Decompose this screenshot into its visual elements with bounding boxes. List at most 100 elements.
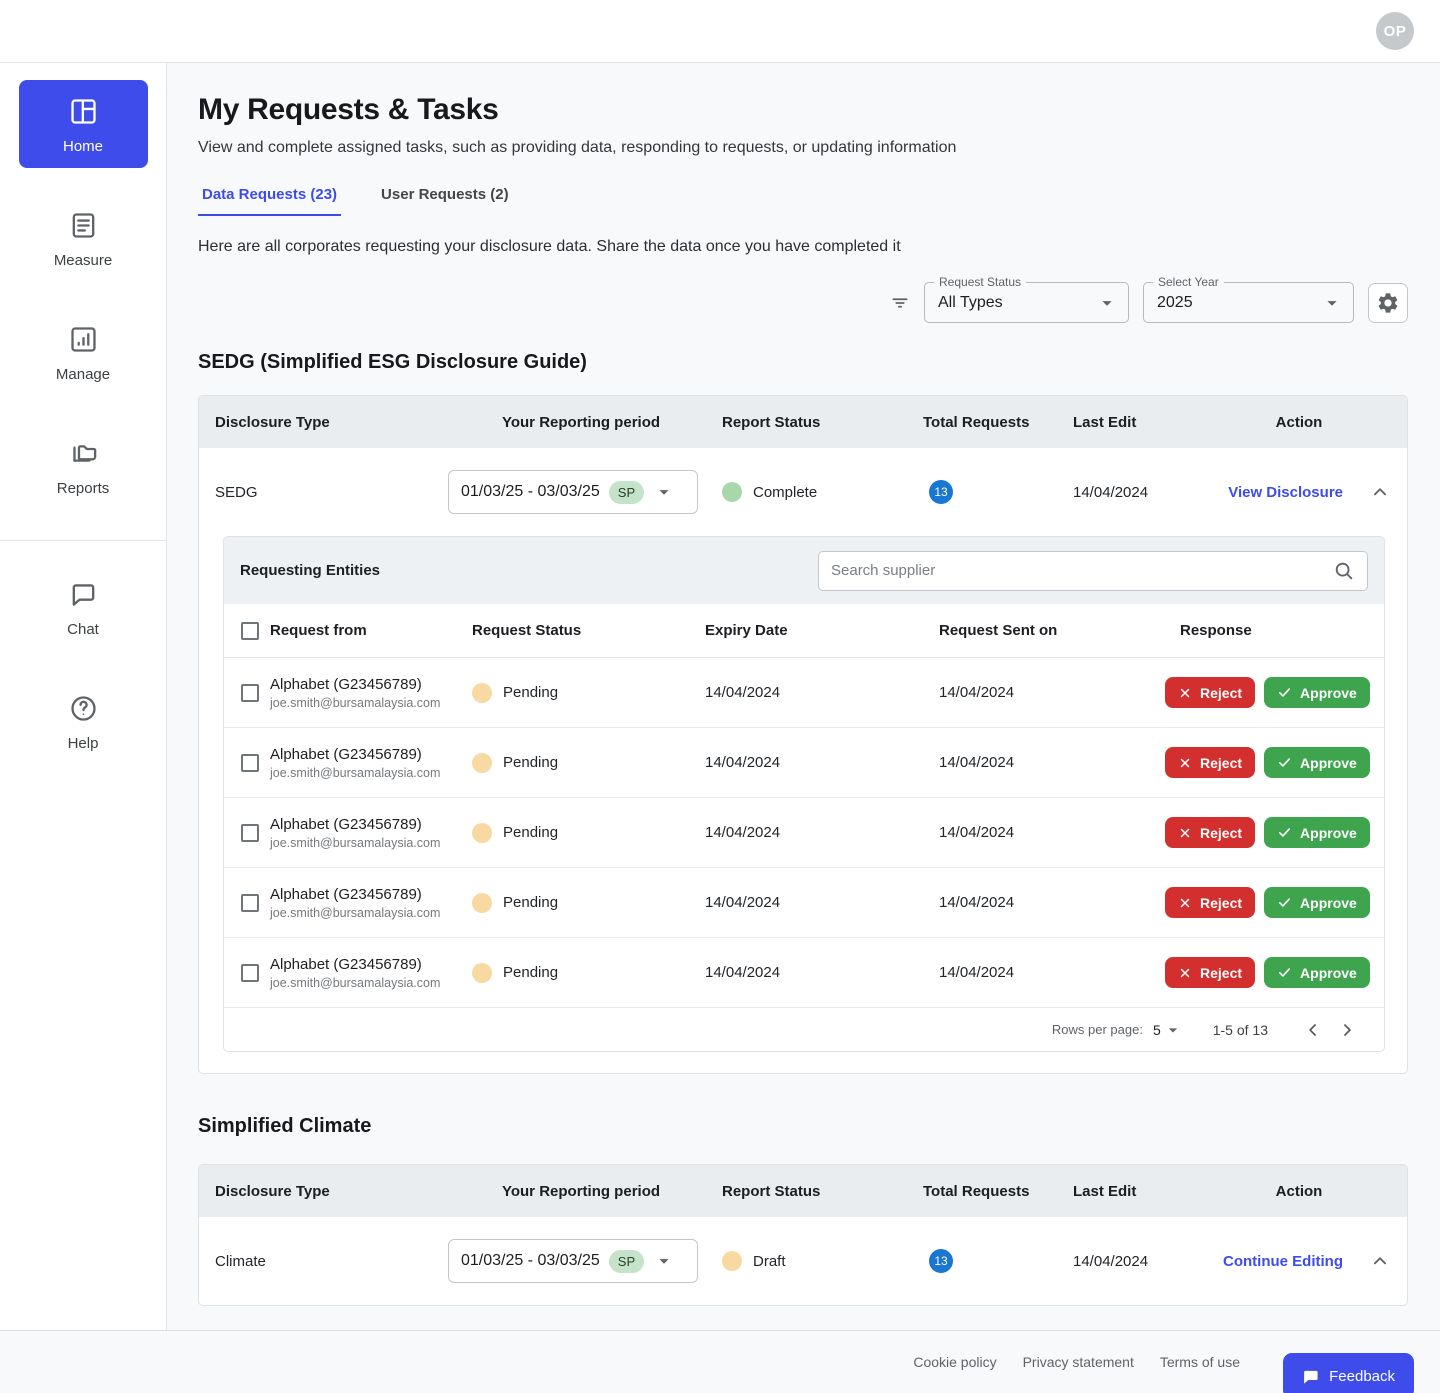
sidebar-item-reports[interactable]: Reports xyxy=(19,422,148,510)
status-dot xyxy=(472,892,492,913)
approve-button[interactable]: Approve xyxy=(1264,677,1370,708)
climate-section-title: Simplified Climate xyxy=(198,1115,372,1137)
previous-page-icon[interactable] xyxy=(1296,1013,1330,1047)
tab-bar: Data Requests (23) User Requests (2) xyxy=(198,178,1408,216)
sidebar-item-label: Home xyxy=(62,138,103,155)
requester-email: joe.smith@bursamalaysia.com xyxy=(270,695,441,710)
reject-button[interactable]: Reject xyxy=(1165,957,1256,988)
column-header: Action xyxy=(1275,413,1323,431)
approve-label: Approve xyxy=(1300,964,1357,981)
feedback-button[interactable]: Feedback xyxy=(1283,1353,1414,1393)
request-status: Pending xyxy=(503,754,559,771)
entities-rows: Alphabet (G23456789) joe.smith@bursamala… xyxy=(224,658,1384,1008)
row-checkbox[interactable] xyxy=(241,963,259,982)
row-checkbox[interactable] xyxy=(241,823,259,842)
filter-row: Request Status All Types Select Year 202… xyxy=(198,275,1408,323)
table-row: SEDG 01/03/25 - 03/03/25 SP Complete 13 … xyxy=(199,448,1407,536)
approve-button[interactable]: Approve xyxy=(1264,887,1370,918)
next-page-icon[interactable] xyxy=(1330,1013,1364,1047)
measure-document-icon xyxy=(68,210,99,241)
last-edit: 14/04/2024 xyxy=(1073,1252,1149,1270)
period-tag: SP xyxy=(608,1249,645,1273)
entity-row: Alphabet (G23456789) joe.smith@bursamala… xyxy=(224,798,1384,868)
list-description: Here are all corporates requesting your … xyxy=(198,238,901,255)
requester-email: joe.smith@bursamalaysia.com xyxy=(270,835,441,850)
page-title: My Requests & Tasks xyxy=(198,93,499,126)
entity-row: Alphabet (G23456789) joe.smith@bursamala… xyxy=(224,868,1384,938)
reject-button[interactable]: Reject xyxy=(1165,747,1256,778)
reject-button[interactable]: Reject xyxy=(1165,887,1256,918)
row-checkbox[interactable] xyxy=(241,893,259,912)
manage-chart-icon xyxy=(68,324,99,355)
request-status-select[interactable]: Request Status All Types xyxy=(924,275,1129,323)
reporting-period-select[interactable]: 01/03/25 - 03/03/25 SP xyxy=(448,470,698,514)
disclosure-type: SEDG xyxy=(215,483,258,501)
reporting-period-select[interactable]: 01/03/25 - 03/03/25 SP xyxy=(448,1239,698,1283)
row-checkbox[interactable] xyxy=(241,683,259,702)
approve-button[interactable]: Approve xyxy=(1264,817,1370,848)
column-header: Report Status xyxy=(722,413,821,431)
requester-email: joe.smith@bursamalaysia.com xyxy=(270,905,441,920)
terms-of-use-link[interactable]: Terms of use xyxy=(1160,1354,1240,1370)
view-disclosure-link[interactable]: View Disclosure xyxy=(1228,484,1343,501)
table-row: Climate 01/03/25 - 03/03/25 SP Draft 13 … xyxy=(199,1217,1407,1305)
pagination-bar: Rows per page: 5 1-5 of 13 xyxy=(224,1008,1384,1051)
collapse-chevron-icon[interactable] xyxy=(1369,1250,1391,1272)
report-status-cell: Complete xyxy=(706,482,907,502)
select-all-checkbox[interactable] xyxy=(241,621,259,640)
reject-button[interactable]: Reject xyxy=(1165,817,1256,848)
approve-label: Approve xyxy=(1300,754,1357,771)
requesting-entities-wrap: Requesting Entities Request from Request… xyxy=(199,536,1407,1073)
sidebar-item-help[interactable]: Help xyxy=(19,677,148,765)
gear-icon xyxy=(1376,291,1400,315)
privacy-statement-link[interactable]: Privacy statement xyxy=(1023,1354,1134,1370)
cookie-policy-link[interactable]: Cookie policy xyxy=(913,1354,996,1370)
tab-user-requests[interactable]: User Requests (2) xyxy=(377,178,513,216)
sidebar-item-manage[interactable]: Manage xyxy=(19,308,148,396)
sidebar-item-label: Measure xyxy=(53,252,113,269)
rows-per-page-value[interactable]: 5 xyxy=(1153,1022,1161,1038)
status-dot xyxy=(472,822,492,843)
request-status: Pending xyxy=(503,964,559,981)
page: OP Home Measure Manage Reports Chat Help… xyxy=(0,0,1440,1393)
request-sent-on: 14/04/2024 xyxy=(939,964,1015,981)
reject-button[interactable]: Reject xyxy=(1165,677,1256,708)
search-icon[interactable] xyxy=(1333,560,1355,582)
tab-data-requests[interactable]: Data Requests (23) xyxy=(198,178,342,216)
report-status-cell: Draft xyxy=(706,1251,907,1271)
collapse-chevron-icon[interactable] xyxy=(1369,481,1391,503)
search-supplier-input[interactable] xyxy=(831,562,1323,579)
filter-icon[interactable] xyxy=(890,293,910,313)
feedback-bubble-icon xyxy=(1302,1368,1319,1385)
requester-name: Alphabet (G23456789) xyxy=(270,815,422,833)
requester-name: Alphabet (G23456789) xyxy=(270,675,422,693)
last-edit: 14/04/2024 xyxy=(1073,483,1149,501)
sidebar-item-home[interactable]: Home xyxy=(18,80,148,168)
expiry-date: 14/04/2024 xyxy=(705,894,781,911)
column-header: Response xyxy=(1180,622,1252,639)
report-status: Complete xyxy=(753,483,818,501)
column-header: Request from xyxy=(270,622,367,639)
column-header: Last Edit xyxy=(1073,1182,1137,1200)
request-status-cell: Pending xyxy=(472,822,705,843)
sidebar-item-measure[interactable]: Measure xyxy=(19,194,148,282)
settings-button[interactable] xyxy=(1368,282,1408,323)
row-checkbox[interactable] xyxy=(241,753,259,772)
column-header: Action xyxy=(1275,1182,1323,1200)
approve-button[interactable]: Approve xyxy=(1264,747,1370,778)
user-avatar[interactable]: OP xyxy=(1376,12,1414,50)
select-year-select[interactable]: Select Year 2025 xyxy=(1143,275,1354,323)
main-content: My Requests & Tasks View and complete as… xyxy=(167,63,1440,1330)
page-subtitle: View and complete assigned tasks, such a… xyxy=(198,139,957,156)
approve-label: Approve xyxy=(1300,824,1357,841)
home-dashboard-icon xyxy=(68,96,99,127)
requester-email: joe.smith@bursamalaysia.com xyxy=(270,975,441,990)
help-question-icon xyxy=(68,693,99,724)
approve-button[interactable]: Approve xyxy=(1264,957,1370,988)
request-sent-on: 14/04/2024 xyxy=(939,754,1015,771)
sidebar-item-chat[interactable]: Chat xyxy=(19,563,148,651)
continue-editing-link[interactable]: Continue Editing xyxy=(1223,1253,1343,1270)
column-header: Total Requests xyxy=(923,413,1030,431)
request-sent-on: 14/04/2024 xyxy=(939,684,1015,701)
request-sent-on: 14/04/2024 xyxy=(939,824,1015,841)
